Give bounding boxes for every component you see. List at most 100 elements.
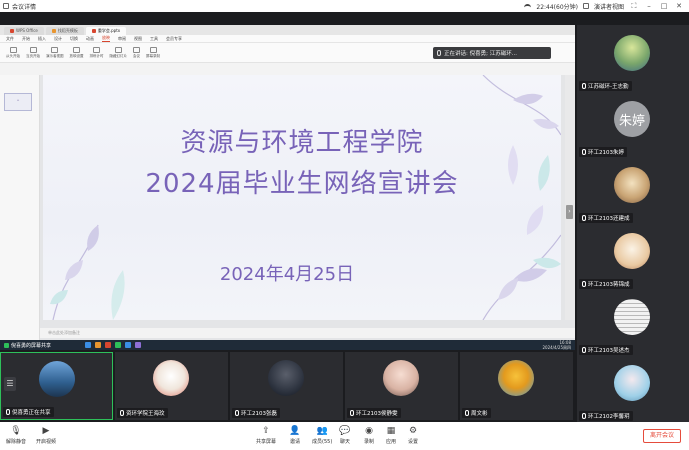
participant-tile[interactable]: 环工2103吴述杰 xyxy=(577,289,689,357)
menu-item[interactable]: 设计 xyxy=(54,36,62,42)
slide-thumbnail[interactable]: ▭ xyxy=(4,93,32,111)
top-bar: 会议详情 22:44(60分钟) 演讲者视图 ⛶ – □ ✕ xyxy=(0,0,689,12)
invite-icon: 👤 xyxy=(289,426,301,436)
participant-tile[interactable]: 江苏磁环-王志勤 xyxy=(577,25,689,93)
notes-pane[interactable]: 单击此处添加备注 xyxy=(40,328,575,338)
avatar xyxy=(498,360,534,396)
avatar xyxy=(383,360,419,396)
ribbon-button[interactable]: 屏幕录制 xyxy=(146,46,160,59)
apps-icon: ▦ xyxy=(386,426,396,436)
avatar xyxy=(614,299,650,335)
collapse-arrow-icon[interactable]: › xyxy=(566,205,573,219)
menu-item[interactable]: 切换 xyxy=(70,36,78,42)
app-menubar: 文件 开始 插入 设计 切换 动画 放映 审阅 视图 工具 会员专享 xyxy=(0,35,575,43)
mic-icon xyxy=(582,149,586,155)
participant-tile[interactable]: 环工2102李馨玥 xyxy=(577,355,689,423)
menu-item[interactable]: 工具 xyxy=(150,36,158,42)
participant-label: 环工2103朱婷 xyxy=(579,147,627,157)
ribbon-button[interactable]: 放映设置 xyxy=(70,46,84,59)
share-label: 倪喜勇的屏幕共享 xyxy=(4,342,51,349)
avatar xyxy=(614,35,650,71)
participant-label: 江苏磁环-王志勤 xyxy=(579,81,632,91)
members-button[interactable]: 👥 成员(55) xyxy=(312,426,332,445)
avatar: 朱婷 xyxy=(614,101,650,137)
close-icon[interactable]: ✕ xyxy=(674,2,684,10)
meeting-icon xyxy=(133,46,140,53)
participant-label: 环工2103侯静雯 xyxy=(347,408,401,418)
mic-icon xyxy=(582,347,586,353)
fullscreen-icon[interactable]: ⛶ xyxy=(629,2,639,11)
participant-label: 周文彬 xyxy=(462,408,491,418)
mic-icon xyxy=(465,410,469,416)
mic-icon xyxy=(582,413,586,419)
slide-area: 资源与环境工程学院 2024届毕业生网络宣讲会 2024年4月25日 › 单击此… xyxy=(40,75,575,350)
info-icon xyxy=(3,3,9,9)
app-tab[interactable]: WPS Office xyxy=(4,27,44,35)
avatar xyxy=(614,167,650,203)
share-screen-icon: ⇪ xyxy=(262,426,270,436)
unmute-button[interactable]: 🎙 解除静音 xyxy=(6,426,26,445)
participant-tile[interactable]: 环工2103侯静雯 xyxy=(345,352,458,420)
meeting-app-icon xyxy=(125,342,132,348)
mic-icon xyxy=(582,83,586,89)
invite-button[interactable]: 👤 邀请 xyxy=(289,426,301,445)
app-tab-active[interactable]: 重学会.pptx xyxy=(85,27,127,35)
slide-title-line2: 2024届毕业生网络宣讲会 xyxy=(145,169,459,199)
participant-tile[interactable]: 环工2103张磊 xyxy=(230,352,343,420)
apps-button[interactable]: ▦ 应用 xyxy=(386,426,396,445)
mic-icon xyxy=(120,410,124,416)
meeting-details-button[interactable]: 会议详情 xyxy=(12,2,36,11)
app-tab[interactable]: 找稻壳模板 xyxy=(45,27,84,35)
participant-tile[interactable]: 周文彬 xyxy=(460,352,573,420)
video-button[interactable]: ▶ 开启视频 xyxy=(36,426,56,445)
vertical-scrollbar[interactable] xyxy=(565,75,575,320)
app-tabbar: WPS Office 找稻壳模板 重学会.pptx xyxy=(0,25,575,35)
ribbon-button[interactable]: 演示者视图 xyxy=(46,46,64,59)
share-icon xyxy=(4,342,9,348)
participant-tile[interactable]: 环工2103蒋锦成 xyxy=(577,223,689,291)
gear-icon: ⚙ xyxy=(408,426,418,436)
meeting-window: 会议详情 22:44(60分钟) 演讲者视图 ⛶ – □ ✕ WPS Offic… xyxy=(0,0,689,450)
app-icon xyxy=(135,342,142,348)
menu-item[interactable]: 动画 xyxy=(86,36,94,42)
ribbon-button[interactable]: 隐藏幻灯片 xyxy=(110,46,127,59)
menu-item[interactable]: 文件 xyxy=(6,36,14,42)
avatar xyxy=(614,365,650,401)
template-icon xyxy=(51,29,56,33)
participant-label: 环工2103张磊 xyxy=(232,408,280,418)
ribbon-button[interactable]: 排练计时 xyxy=(90,46,104,59)
leave-meeting-button[interactable]: 离开会议 xyxy=(643,429,681,443)
ribbon-button[interactable]: 当页开始 xyxy=(26,46,40,59)
presenter-view-icon xyxy=(51,46,59,53)
participant-tile[interactable]: 朱婷 环工2103朱婷 xyxy=(577,91,689,159)
ribbon-button[interactable]: 从头开始 xyxy=(6,46,20,59)
menu-item[interactable]: 插入 xyxy=(38,36,46,42)
ribbon-button[interactable]: 会议 xyxy=(133,46,140,59)
avatar xyxy=(39,361,75,397)
record-button[interactable]: ◉ 录制 xyxy=(364,426,374,445)
menu-item-active[interactable]: 放映 xyxy=(102,35,110,42)
slide-title-line1: 资源与环境工程学院 xyxy=(180,128,424,158)
shared-screen: WPS Office 找稻壳模板 重学会.pptx 文件 开始 插入 设计 切换… xyxy=(0,25,575,350)
layout-view-button[interactable]: 演讲者视图 xyxy=(594,2,624,11)
mic-icon xyxy=(235,410,239,416)
pptx-icon xyxy=(91,29,96,33)
menu-item[interactable]: 开始 xyxy=(22,36,30,42)
list-icon[interactable]: ☰ xyxy=(4,377,16,391)
meeting-toolbar: 🎙 解除静音 ▶ 开启视频 ⇪ 共享屏幕 👤 邀请 👥 成员(55) 💬 聊天 … xyxy=(0,422,689,450)
menu-item[interactable]: 视图 xyxy=(134,36,142,42)
mic-icon xyxy=(582,215,586,221)
participant-label: 环工2103蒋锦成 xyxy=(579,279,633,289)
participant-tile[interactable]: 资环学院王海玟 xyxy=(115,352,228,420)
taskbar-clock: 16:08 2024/4/25周四 xyxy=(542,340,571,350)
minimize-icon[interactable]: – xyxy=(644,2,654,10)
avatar xyxy=(614,233,650,269)
share-screen-button[interactable]: ⇪ 共享屏幕 xyxy=(256,426,276,445)
settings-button[interactable]: ⚙ 设置 xyxy=(408,426,418,445)
menu-item[interactable]: 审阅 xyxy=(118,36,126,42)
participant-tile-sharing[interactable]: ☰ 倪喜勇正在共享 xyxy=(0,352,113,420)
maximize-icon[interactable]: □ xyxy=(659,2,669,10)
participant-tile[interactable]: 环工2103还建成 xyxy=(577,157,689,225)
menu-item[interactable]: 会员专享 xyxy=(166,36,182,42)
chat-button[interactable]: 💬 聊天 xyxy=(339,426,350,445)
